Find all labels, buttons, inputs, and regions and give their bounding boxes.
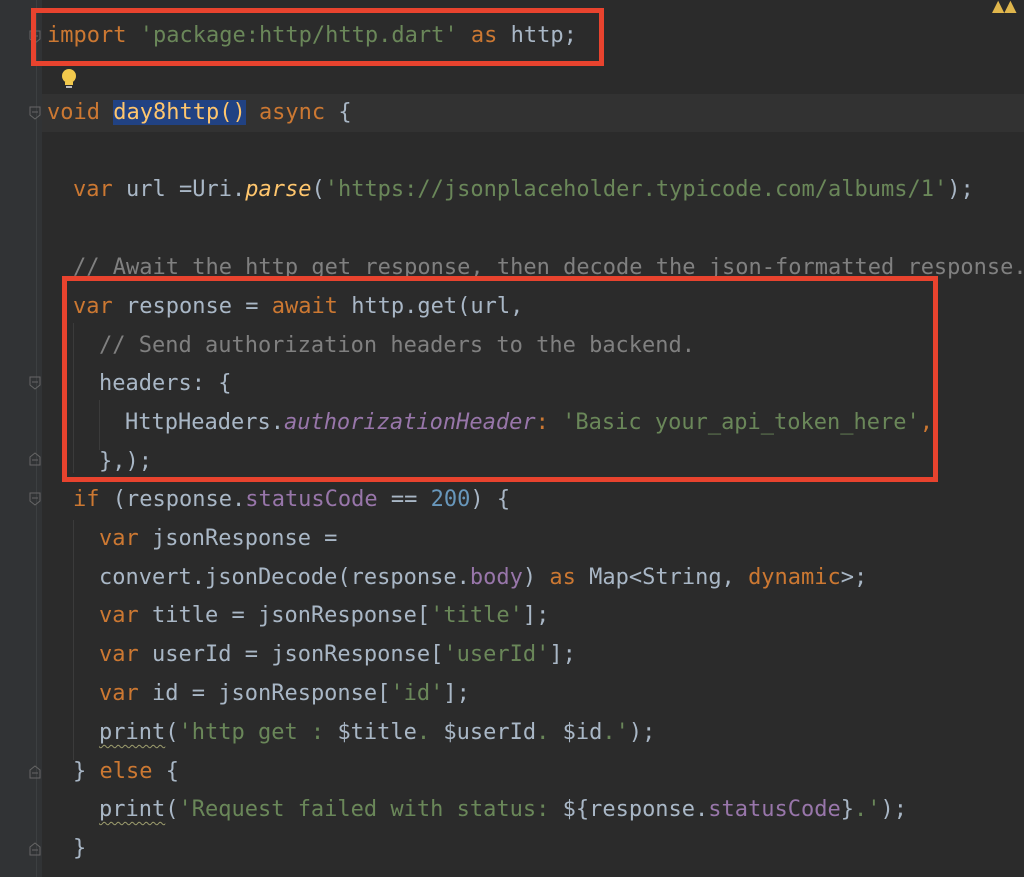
keyword: dynamic: [748, 565, 841, 590]
code-text: {: [165, 759, 179, 784]
code-line-15[interactable]: convert.jsonDecode(response.body) as Map…: [99, 559, 867, 597]
keyword: as: [549, 565, 576, 590]
code-line-22[interactable]: }: [73, 830, 86, 868]
code-text: ];: [549, 642, 576, 667]
property-name: statusCode: [245, 487, 378, 512]
code-text: }: [73, 759, 87, 784]
fold-marker-icon[interactable]: [29, 842, 41, 856]
string-literal: 'title': [430, 603, 523, 628]
code-line-3[interactable]: void day8http() async {: [47, 94, 352, 132]
keyword: var: [99, 526, 139, 551]
code-text: {: [338, 100, 352, 125]
function-name: print: [99, 720, 166, 745]
string-literal: 'https://jsonplaceholder.typicode.com/al…: [324, 177, 948, 202]
code-line-14[interactable]: var jsonResponse =: [99, 520, 337, 558]
code-text: id = jsonResponse[: [152, 681, 391, 706]
keyword: var: [99, 642, 139, 667]
code-line-18[interactable]: var id = jsonResponse['id'];: [99, 675, 470, 713]
code-text: (: [165, 720, 179, 745]
function-name: day8http(): [113, 100, 246, 125]
code-text: userId = jsonResponse[: [152, 642, 444, 667]
highlight-box-request: [62, 276, 938, 482]
keyword: if: [73, 487, 100, 512]
lightbulb-icon[interactable]: [60, 68, 78, 92]
keyword: void: [47, 100, 100, 125]
code-text: ];: [522, 603, 550, 628]
interpolation: ${response.: [562, 797, 709, 822]
code-line-5[interactable]: var url =Uri.parse('https://jsonplacehol…: [73, 171, 974, 209]
function-name: print: [99, 797, 166, 822]
code-line-20[interactable]: } else {: [73, 753, 179, 791]
interpolation: $userId: [443, 720, 537, 745]
keyword: async: [258, 100, 326, 125]
string-literal: 'http get :: [178, 720, 338, 745]
string-literal: 'userId': [443, 642, 550, 667]
code-text: url =Uri.: [126, 177, 246, 202]
fold-marker-icon[interactable]: [29, 106, 41, 120]
code-text: Map<String,: [589, 565, 735, 590]
code-text: }: [73, 836, 87, 861]
fold-marker-icon[interactable]: [29, 376, 41, 390]
number-literal: 200: [430, 487, 471, 512]
code-text: >;: [840, 565, 868, 590]
string-literal: .: [416, 720, 444, 745]
string-literal: .': [602, 720, 629, 745]
property-name: body: [469, 565, 523, 590]
code-text: (: [311, 177, 325, 202]
code-text: ) {: [470, 487, 511, 512]
highlight-box-import: [31, 8, 604, 66]
interpolation: $id: [562, 720, 603, 745]
method-name: parse: [245, 177, 312, 202]
string-literal: .': [854, 797, 881, 822]
string-literal: 'Request failed with status:: [178, 797, 563, 822]
code-text: );: [880, 797, 908, 822]
code-text: );: [628, 720, 656, 745]
code-text: ): [522, 565, 537, 590]
code-text: jsonResponse =: [152, 526, 338, 551]
keyword: var: [99, 681, 139, 706]
interpolation: $title: [337, 720, 417, 745]
code-text: convert.jsonDecode(response.: [99, 565, 470, 590]
code-text: ];: [443, 681, 470, 706]
interpolation: }: [840, 797, 854, 822]
code-text: title = jsonResponse[: [152, 603, 431, 628]
code-text: (: [165, 797, 179, 822]
indent-guide: [73, 520, 74, 760]
keyword: var: [73, 177, 113, 202]
code-line-17[interactable]: var userId = jsonResponse['userId'];: [99, 636, 576, 674]
code-text: (response.: [112, 487, 246, 512]
string-literal: 'id': [390, 681, 444, 706]
fold-marker-icon[interactable]: [29, 492, 41, 506]
code-line-19[interactable]: print('http get : $title. $userId. $id.'…: [99, 714, 655, 752]
fold-marker-icon[interactable]: [29, 765, 41, 779]
keyword: else: [99, 759, 153, 784]
code-line-13[interactable]: if (response.statusCode == 200) {: [73, 481, 510, 519]
warning-icon[interactable]: ▲▲: [992, 0, 1024, 16]
string-literal: .: [536, 720, 563, 745]
code-line-21[interactable]: print('Request failed with status: ${res…: [99, 791, 907, 829]
property-name: statusCode: [708, 797, 841, 822]
code-text: );: [947, 177, 974, 202]
keyword: var: [99, 603, 139, 628]
code-line-16[interactable]: var title = jsonResponse['title'];: [99, 597, 549, 635]
gutter-divider: [36, 0, 37, 877]
code-text: ==: [390, 487, 418, 512]
fold-marker-icon[interactable]: [29, 452, 41, 466]
